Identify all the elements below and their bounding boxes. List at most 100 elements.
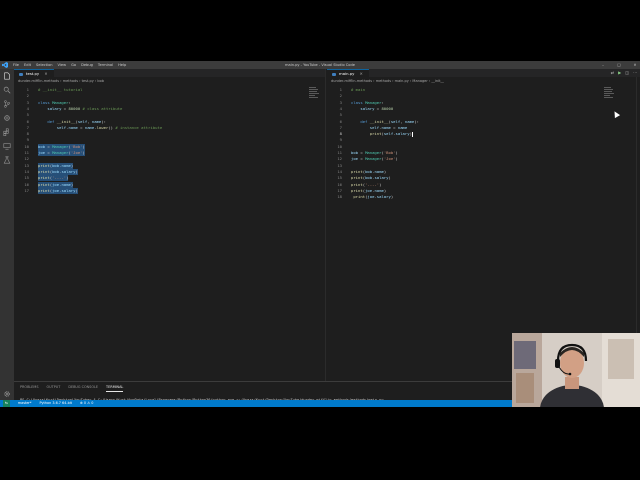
more-actions-icon[interactable]: ⋯: [633, 69, 637, 77]
code-token: print: [38, 175, 50, 181]
test-icon[interactable]: [3, 156, 11, 164]
code-text: print(joe.salary): [38, 187, 78, 195]
code-token: lower: [96, 124, 109, 130]
run-icon[interactable]: ▶: [618, 69, 621, 77]
code-token: Manager: [52, 99, 69, 105]
code-token: def: [360, 118, 370, 124]
code-token: 'Bob': [70, 143, 83, 149]
python-file-icon: [332, 72, 336, 76]
window-title: main.py - YouTube - Visual Studio Code: [285, 63, 355, 67]
panel-tab-terminal[interactable]: TERMINAL: [106, 383, 124, 392]
git-branch[interactable]: master*: [18, 400, 32, 407]
code-token: joe: [351, 156, 359, 162]
tab-label: main.py: [339, 71, 355, 76]
code-token: Manager: [365, 150, 382, 155]
code-token: '----': [365, 181, 380, 187]
tab-close-icon[interactable]: ✕: [44, 71, 47, 76]
code-token: print: [351, 181, 363, 187]
code-token: ): [75, 168, 78, 174]
remote-icon[interactable]: [3, 142, 11, 150]
remote-indicator-icon[interactable]: ⇆: [3, 400, 10, 407]
code-token: '----': [52, 175, 67, 181]
code-token: ): [82, 150, 85, 155]
code-token: joe: [38, 150, 46, 155]
code-token: =: [45, 150, 53, 155]
code-token: Manager: [365, 99, 382, 105]
line-number: 18: [337, 194, 342, 200]
code-token: salary: [61, 187, 76, 193]
tab-bar: test.py ✕: [14, 69, 325, 77]
code-token: salary: [376, 194, 391, 200]
code-token: self: [56, 124, 67, 130]
code-token: class: [38, 99, 53, 105]
code-line[interactable]: 17 print(joe.salary): [14, 187, 325, 195]
panel-tabs: PROBLEMS OUTPUT DEBUG CONSOLE TERMINAL: [20, 383, 124, 392]
search-icon[interactable]: [3, 86, 11, 94]
code-token: Manager: [52, 150, 69, 155]
code-line[interactable]: 18 print(joe.salary): [327, 194, 640, 200]
close-icon[interactable]: ✕: [632, 61, 638, 69]
code-token: name: [61, 181, 71, 187]
code-token: ): [75, 187, 78, 193]
code-token: ): [66, 175, 69, 181]
code-token: name: [381, 124, 391, 130]
panel-tab-debug-console[interactable]: DEBUG CONSOLE: [68, 383, 98, 392]
code-token: name: [397, 124, 408, 130]
python-interpreter[interactable]: Python 3.6.7 64-bit: [40, 400, 73, 407]
webcam-overlay: [512, 333, 640, 407]
code-token: print: [351, 168, 363, 174]
code-token: 80000: [381, 105, 394, 111]
code-token: 'Bob': [383, 150, 396, 155]
minimap[interactable]: [604, 87, 614, 107]
split-editor-icon[interactable]: ◫: [625, 69, 629, 77]
code-token: salary: [47, 105, 62, 111]
code-token: print: [38, 168, 50, 174]
code-token: self: [369, 124, 380, 130]
gear-icon[interactable]: [3, 390, 11, 398]
code-token: 80000: [68, 105, 81, 111]
code-text: print(joe.salary): [351, 194, 393, 200]
code-token: print: [369, 131, 382, 137]
tab-test-py[interactable]: test.py ✕: [14, 69, 54, 77]
title-bar: File Edit Selection View Go Debug Terminal Help…: [0, 61, 640, 69]
debug-icon[interactable]: [3, 114, 11, 122]
code-token: class: [351, 99, 366, 105]
problems-count[interactable]: ⊗ 0 ⚠ 0: [80, 400, 93, 407]
code-token: ): [390, 194, 394, 200]
code-token: name: [68, 124, 78, 130]
source-control-icon[interactable]: [3, 100, 11, 108]
code-token: name: [91, 118, 102, 124]
editor-actions: ⇄ ▶ ◫ ⋯: [611, 69, 637, 77]
code-token: print: [38, 187, 50, 193]
code-token: ): [383, 187, 387, 193]
code-token: =: [358, 156, 366, 162]
breadcrumb[interactable]: dunder-mifflin-methods › methods › main.…: [331, 78, 444, 84]
code-token: print: [38, 162, 50, 168]
code-token: =: [358, 150, 366, 155]
tab-close-icon[interactable]: ✕: [360, 71, 363, 76]
code-token: print: [38, 181, 50, 187]
tab-main-py[interactable]: main.py ✕: [327, 69, 369, 77]
code-token: name: [374, 187, 384, 193]
files-icon[interactable]: [3, 72, 11, 80]
panel-tab-problems[interactable]: PROBLEMS: [20, 383, 39, 392]
text-cursor: [411, 131, 413, 137]
code-token: salary: [61, 168, 76, 174]
code-token: self: [383, 131, 394, 137]
maximize-icon[interactable]: □: [616, 61, 622, 69]
minimap[interactable]: [309, 87, 319, 107]
code-token: =: [45, 143, 53, 149]
extensions-icon[interactable]: [3, 128, 11, 136]
code-token: :: [68, 99, 71, 105]
code-token: Manager: [365, 156, 382, 162]
tab-bar: main.py ✕ ⇄ ▶ ◫ ⋯: [327, 69, 640, 77]
minimize-icon[interactable]: –: [600, 61, 606, 69]
compare-icon[interactable]: ⇄: [611, 69, 614, 77]
breadcrumb[interactable]: dunder-mifflin-methods › methods › test.…: [18, 78, 104, 84]
panel-tab-output[interactable]: OUTPUT: [47, 383, 61, 392]
code-token: # class attribute: [80, 105, 123, 111]
